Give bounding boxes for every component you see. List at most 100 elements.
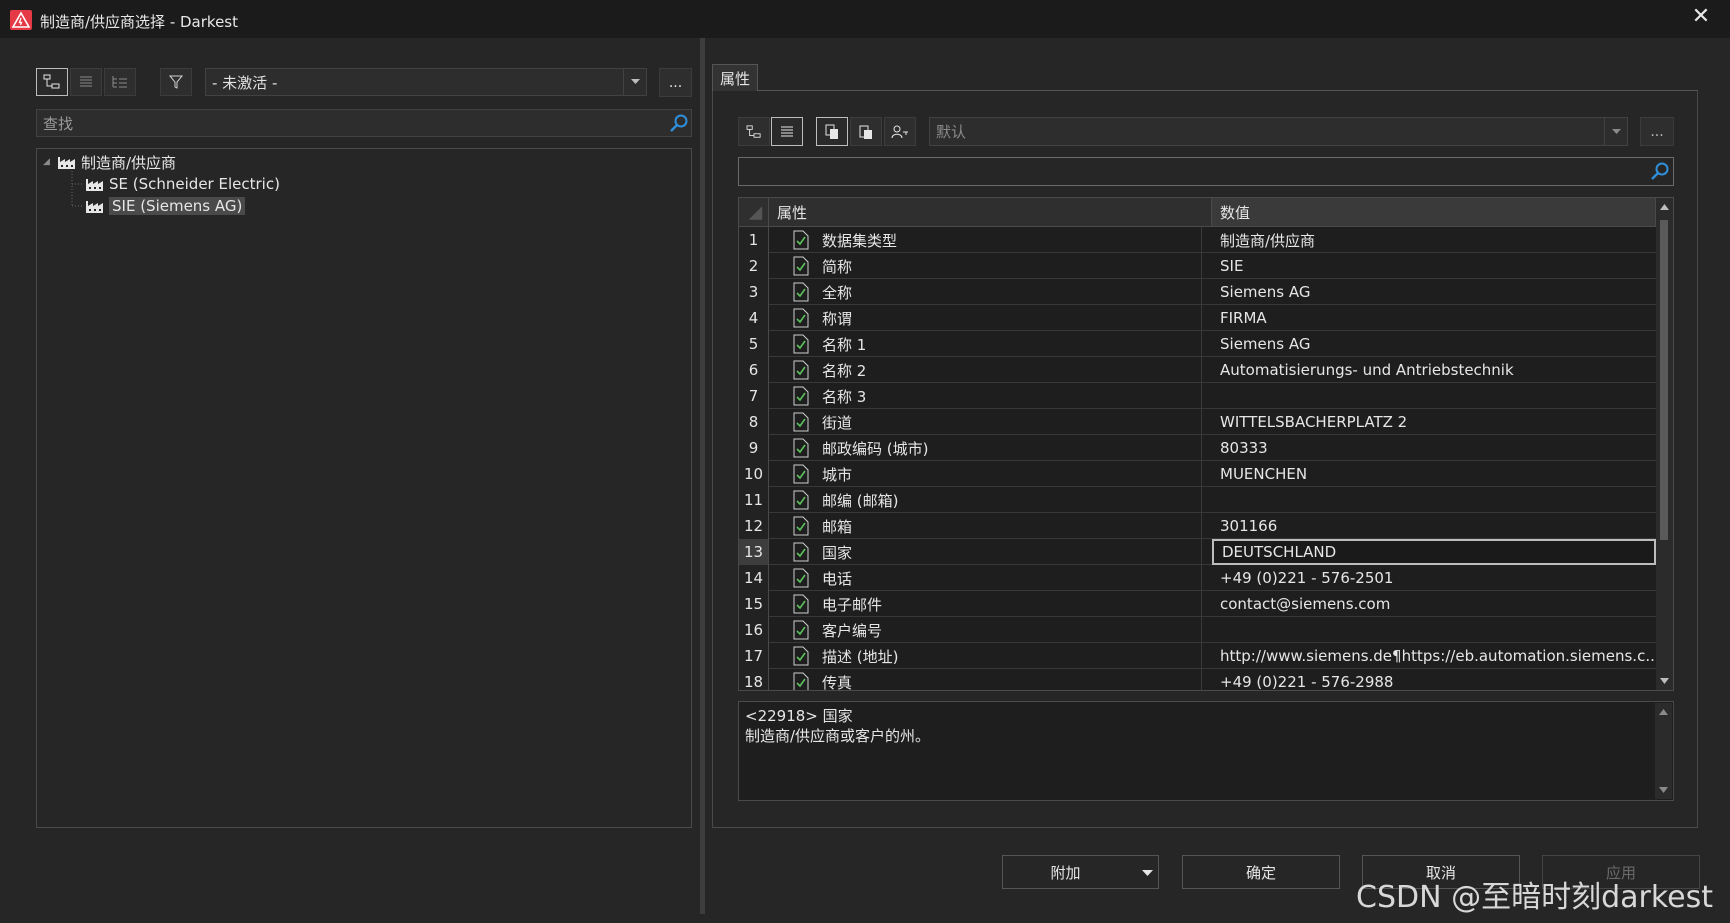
table-row[interactable]: 3 全称 Siemens AG [739,279,1656,305]
property-value[interactable]: +49 (0)221 - 576-2988 [1212,669,1656,690]
row-number[interactable]: 18 [739,669,769,690]
row-number[interactable]: 2 [739,253,769,279]
watermark-text: CSDN @至暗时刻darkest [1356,880,1713,915]
row-number[interactable]: 4 [739,305,769,331]
grid-scroll-thumb[interactable] [1660,220,1668,540]
tree-view-icon [746,124,761,138]
row-number[interactable]: 14 [739,565,769,591]
property-value[interactable]: contact@siemens.com [1212,591,1656,617]
tree-node-sie[interactable]: SIE (Siemens AG) [85,195,246,217]
property-value[interactable]: Siemens AG [1212,331,1656,357]
paste-button[interactable] [850,117,882,146]
description-scrollbar[interactable] [1655,703,1672,799]
document-check-icon [793,669,811,690]
filter-more-button[interactable]: ... [659,68,692,97]
extra-button[interactable]: 附加 [1002,855,1159,889]
table-row[interactable]: 6 名称 2 Automatisierungs- und Antriebstechn… [739,357,1656,383]
table-row[interactable]: 9 邮政编码 (城市) 80333 [739,435,1656,461]
scroll-down-icon[interactable] [1660,678,1669,684]
row-number[interactable]: 7 [739,383,769,409]
table-row[interactable]: 15 电子邮件 contact@siemens.com [739,591,1656,617]
table-row[interactable]: 2 简称 SIE [739,253,1656,279]
tree-search-input[interactable]: 查找 [36,109,692,137]
close-button[interactable]: ✕ [1686,4,1716,32]
list-view-button[interactable] [70,68,102,96]
row-number[interactable]: 11 [739,487,769,513]
row-number[interactable]: 17 [739,643,769,669]
property-value[interactable]: 80333 [1212,435,1656,461]
chevron-down-icon[interactable] [1142,870,1153,877]
tab-strip-line [712,90,1698,91]
prop-tree-view-button[interactable] [738,117,770,146]
property-value[interactable]: Automatisierungs- und Antriebstechnik [1212,357,1656,383]
property-value[interactable]: FIRMA [1212,305,1656,331]
table-row[interactable]: 18 传真 +49 (0)221 - 576-2988 [739,669,1656,690]
row-number[interactable]: 8 [739,409,769,435]
table-row[interactable]: 10 城市 MUENCHEN [739,461,1656,487]
user-settings-button[interactable] [884,117,916,146]
property-value[interactable] [1212,487,1656,513]
scheme-dropdown-arrow[interactable] [1604,118,1627,145]
property-value[interactable]: MUENCHEN [1212,461,1656,487]
property-value[interactable]: Siemens AG [1212,279,1656,305]
column-header-property[interactable]: 属性 [769,198,1212,227]
filter-dropdown-arrow[interactable] [623,69,646,95]
row-number[interactable]: 9 [739,435,769,461]
row-number[interactable]: 3 [739,279,769,305]
hierarchy-list-button[interactable] [104,68,136,96]
table-row[interactable]: 5 名称 1 Siemens AG [739,331,1656,357]
row-number[interactable]: 16 [739,617,769,643]
filter-button[interactable] [160,68,192,96]
property-value[interactable] [1212,383,1656,409]
property-value[interactable] [1212,617,1656,643]
table-row[interactable]: 7 名称 3 [739,383,1656,409]
property-value[interactable]: WITTELSBACHERPLATZ 2 [1212,409,1656,435]
ok-button[interactable]: 确定 [1182,855,1340,889]
table-row[interactable]: 16 客户编号 [739,617,1656,643]
grid-corner[interactable] [739,198,769,227]
table-row[interactable]: 1 数据集类型 制造商/供应商 [739,227,1656,253]
table-row[interactable]: 12 邮箱 301166 [739,513,1656,539]
property-value[interactable]: +49 (0)221 - 576-2501 [1212,565,1656,591]
table-row[interactable]: 4 称谓 FIRMA [739,305,1656,331]
table-row[interactable]: 14 电话 +49 (0)221 - 576-2501 [739,565,1656,591]
filter-select[interactable]: - 未激活 - [205,68,647,96]
table-row[interactable]: 17 描述 (地址) http://www.siemens.de¶https://e… [739,643,1656,669]
collapse-triangle-icon[interactable]: ◢ [43,157,57,167]
grid-scrollbar[interactable] [1656,198,1673,690]
property-grid: 属性 数值 1 数据集类型 制造商/供应商 2 简称 SIE 3 全称 Siemens AG 4 称… [738,197,1674,691]
row-number[interactable]: 12 [739,513,769,539]
panel-splitter[interactable] [700,38,705,914]
property-value[interactable]: SIE [1212,253,1656,279]
document-check-icon [793,409,811,435]
row-number[interactable]: 1 [739,227,769,253]
table-row[interactable]: 8 街道 WITTELSBACHERPLATZ 2 [739,409,1656,435]
tab-properties[interactable]: 属性 [712,64,758,91]
property-value[interactable]: 制造商/供应商 [1212,227,1656,253]
property-value[interactable]: http://www.siemens.de¶https://eb.automat… [1212,643,1656,669]
search-icon[interactable] [669,113,689,133]
table-row[interactable]: 13 国家 DEUTSCHLAND [739,539,1656,565]
prop-list-view-button[interactable] [771,117,803,146]
scroll-up-icon[interactable] [1659,709,1668,715]
tree-view-button[interactable] [36,68,68,96]
property-search-input[interactable] [738,157,1674,186]
tree-node-root[interactable]: ◢ 制造商/供应商 [43,151,176,173]
property-value[interactable]: DEUTSCHLAND [1212,539,1656,565]
scroll-up-icon[interactable] [1660,204,1669,210]
row-number[interactable]: 13 [739,539,769,565]
scheme-select[interactable]: 默认 [929,117,1628,146]
row-number[interactable]: 10 [739,461,769,487]
scheme-more-button[interactable]: ... [1640,117,1674,146]
table-row[interactable]: 11 邮编 (邮箱) [739,487,1656,513]
property-value[interactable]: 301166 [1212,513,1656,539]
row-number[interactable]: 15 [739,591,769,617]
search-icon[interactable] [1650,161,1670,181]
row-number[interactable]: 6 [739,357,769,383]
document-check-icon [793,539,811,565]
copy-button[interactable] [816,117,848,146]
column-header-value[interactable]: 数值 [1212,198,1656,227]
scroll-down-icon[interactable] [1659,787,1668,793]
row-number[interactable]: 5 [739,331,769,357]
tree-node-se[interactable]: SE (Schneider Electric) [85,173,280,195]
